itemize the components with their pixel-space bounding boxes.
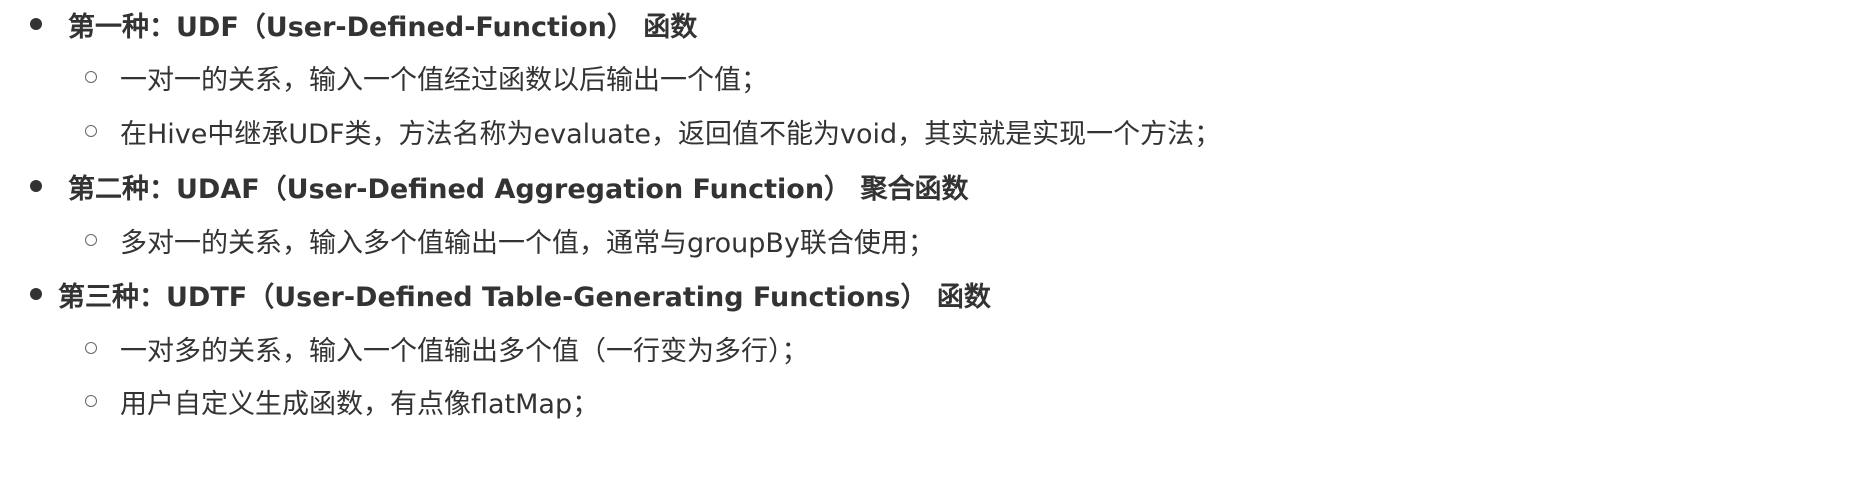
bullet-icon [30,18,42,30]
hollow-bullet-icon [85,395,97,407]
hollow-bullet-icon [85,342,97,354]
sub-list-item-label: 一对一的关系，输入一个值经过函数以后输出一个值； [120,64,768,96]
bullet-icon [30,180,42,192]
hollow-bullet-icon [85,125,97,137]
sub-list-item-label: 一对多的关系，输入一个值输出多个值（一行变为多行）； [120,335,809,367]
hollow-bullet-icon [85,234,97,246]
sub-list-item-label: 用户自定义生成函数，有点像flatMap； [120,388,600,420]
list-item-label: 第一种：UDF（User-Defined-Function） 函数 [68,11,698,43]
list-item-label: 第三种：UDTF（User-Defined Table-Generating F… [58,281,991,313]
hollow-bullet-icon [85,71,97,83]
sub-list-item-label: 在Hive中继承UDF类，方法名称为evaluate，返回值不能为void，其实… [120,118,1222,150]
bullet-icon [30,288,42,300]
list-item-label: 第二种：UDAF（User-Defined Aggregation Functi… [68,173,969,205]
sub-list-item-label: 多对一的关系，输入多个值输出一个值，通常与groupBy联合使用； [120,227,935,259]
